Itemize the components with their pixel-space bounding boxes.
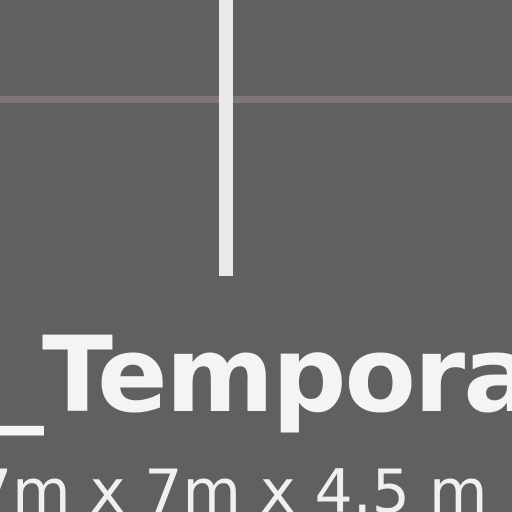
viewport-canvas[interactable]: _Temporal 7m x 7m x 4.5 m xyxy=(0,0,512,512)
vertical-cursor-line xyxy=(219,0,233,276)
object-name-label: _Temporal xyxy=(0,314,512,436)
horizontal-guide-line xyxy=(0,96,512,103)
object-dimensions-label: 7m x 7m x 4.5 m xyxy=(0,457,488,512)
